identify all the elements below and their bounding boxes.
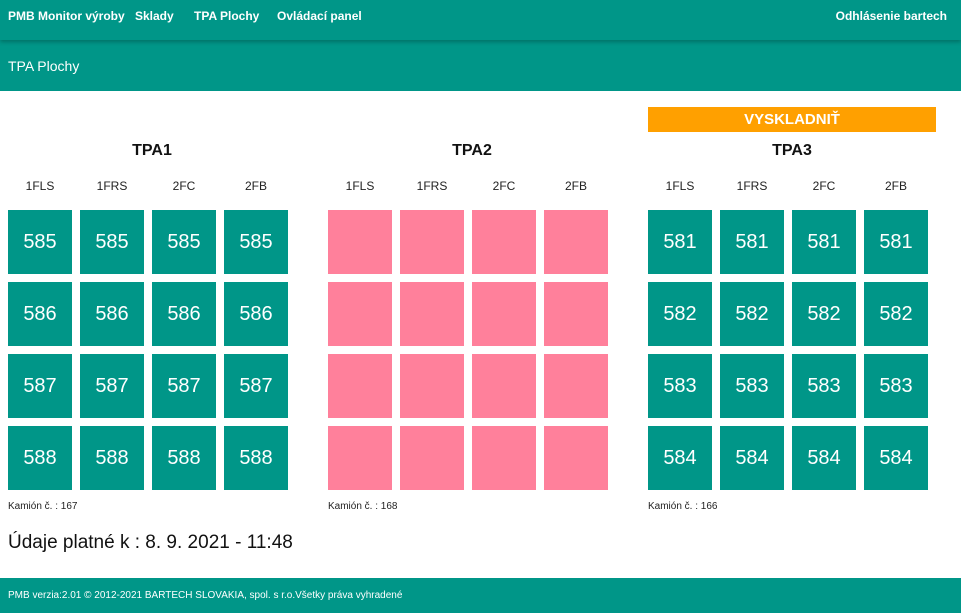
slot-cell[interactable]: 588 [224, 426, 288, 490]
slot-cell[interactable]: 585 [224, 210, 288, 274]
slot-cell[interactable]: 582 [864, 282, 928, 346]
group-title: TPA2 [452, 142, 492, 159]
slot-cell[interactable]: 586 [80, 282, 144, 346]
slot-cell[interactable]: 581 [792, 210, 856, 274]
slot-cell-empty[interactable] [328, 354, 392, 418]
slot-cell-empty[interactable] [544, 354, 608, 418]
slot-cell-empty[interactable] [328, 426, 392, 490]
nav-link-sklady[interactable]: Sklady [135, 9, 174, 23]
slot-cell[interactable]: 587 [152, 354, 216, 418]
column-header: 2FB [244, 179, 267, 193]
column-header: 1FLS [665, 179, 695, 193]
column-header: 1FLS [25, 179, 55, 193]
column-header: 2FC [172, 179, 196, 193]
group-title: TPA1 [132, 142, 172, 159]
nav-link-tpa-plochy[interactable]: TPA Plochy [194, 9, 259, 23]
logout-link[interactable]: Odhlásenie bartech [836, 9, 947, 23]
group-title: TPA3 [772, 142, 812, 159]
column-header: 2FC [492, 179, 516, 193]
slot-cell-empty[interactable] [400, 210, 464, 274]
slot-cell-empty[interactable] [328, 282, 392, 346]
slot-cell[interactable]: 588 [152, 426, 216, 490]
slot-cell-empty[interactable] [544, 426, 608, 490]
page-header-bar: TPA Plochy [0, 40, 961, 91]
column-header: 2FB [564, 179, 587, 193]
page-title: TPA Plochy [8, 58, 80, 74]
slot-cell[interactable]: 582 [648, 282, 712, 346]
slot-cell-empty[interactable] [472, 282, 536, 346]
slot-cell[interactable]: 584 [648, 426, 712, 490]
column-header: 1FRS [416, 179, 448, 193]
slot-cell-empty[interactable] [472, 210, 536, 274]
slot-cell[interactable]: 581 [648, 210, 712, 274]
slot-cell[interactable]: 587 [8, 354, 72, 418]
slot-cell[interactable]: 585 [80, 210, 144, 274]
footer-copyright: PMB verzia:2.01 © 2012-2021 BARTECH SLOV… [8, 590, 403, 601]
slot-cell[interactable]: 588 [8, 426, 72, 490]
slot-cell[interactable]: 583 [720, 354, 784, 418]
slot-cell[interactable]: 584 [864, 426, 928, 490]
slot-cell-empty[interactable] [472, 426, 536, 490]
slot-cell[interactable]: 588 [80, 426, 144, 490]
slot-cell[interactable]: 585 [152, 210, 216, 274]
slot-cell-empty[interactable] [400, 282, 464, 346]
slot-cell-empty[interactable] [544, 282, 608, 346]
slot-cell-empty[interactable] [544, 210, 608, 274]
column-header: 1FRS [736, 179, 768, 193]
column-header: 2FC [812, 179, 836, 193]
slot-cell[interactable]: 587 [80, 354, 144, 418]
slot-cell[interactable]: 586 [8, 282, 72, 346]
footer: PMB verzia:2.01 © 2012-2021 BARTECH SLOV… [0, 578, 961, 613]
slot-cell[interactable]: 583 [648, 354, 712, 418]
slot-cell[interactable]: 585 [8, 210, 72, 274]
nav-link-ovladaci-panel[interactable]: Ovládací panel [277, 9, 362, 23]
slot-cell[interactable]: 587 [224, 354, 288, 418]
slot-cell[interactable]: 582 [792, 282, 856, 346]
slot-cell[interactable]: 581 [720, 210, 784, 274]
slot-cell-empty[interactable] [328, 210, 392, 274]
column-header: 1FRS [96, 179, 128, 193]
data-validity-timestamp: Údaje platné k : 8. 9. 2021 - 11:48 [8, 532, 293, 553]
truck-number: Kamión č. : 167 [8, 501, 78, 512]
slot-cell-empty[interactable] [472, 354, 536, 418]
column-header: 1FLS [345, 179, 375, 193]
truck-number: Kamión č. : 168 [328, 501, 398, 512]
slot-cell[interactable]: 582 [720, 282, 784, 346]
slot-cell[interactable]: 581 [864, 210, 928, 274]
truck-number: Kamión č. : 166 [648, 501, 718, 512]
slot-cell[interactable]: 586 [152, 282, 216, 346]
top-navbar: PMB Monitor výroby Sklady TPA Plochy Ovl… [0, 0, 961, 40]
slot-cell[interactable]: 584 [720, 426, 784, 490]
slot-cell-empty[interactable] [400, 426, 464, 490]
vyskladnit-button[interactable]: VYSKLADNIŤ [648, 107, 936, 132]
slot-cell[interactable]: 586 [224, 282, 288, 346]
nav-link-pmb-monitor[interactable]: PMB Monitor výroby [8, 9, 125, 23]
slot-cell[interactable]: 583 [792, 354, 856, 418]
slot-cell[interactable]: 583 [864, 354, 928, 418]
slot-cell[interactable]: 584 [792, 426, 856, 490]
slot-cell-empty[interactable] [400, 354, 464, 418]
column-header: 2FB [884, 179, 907, 193]
